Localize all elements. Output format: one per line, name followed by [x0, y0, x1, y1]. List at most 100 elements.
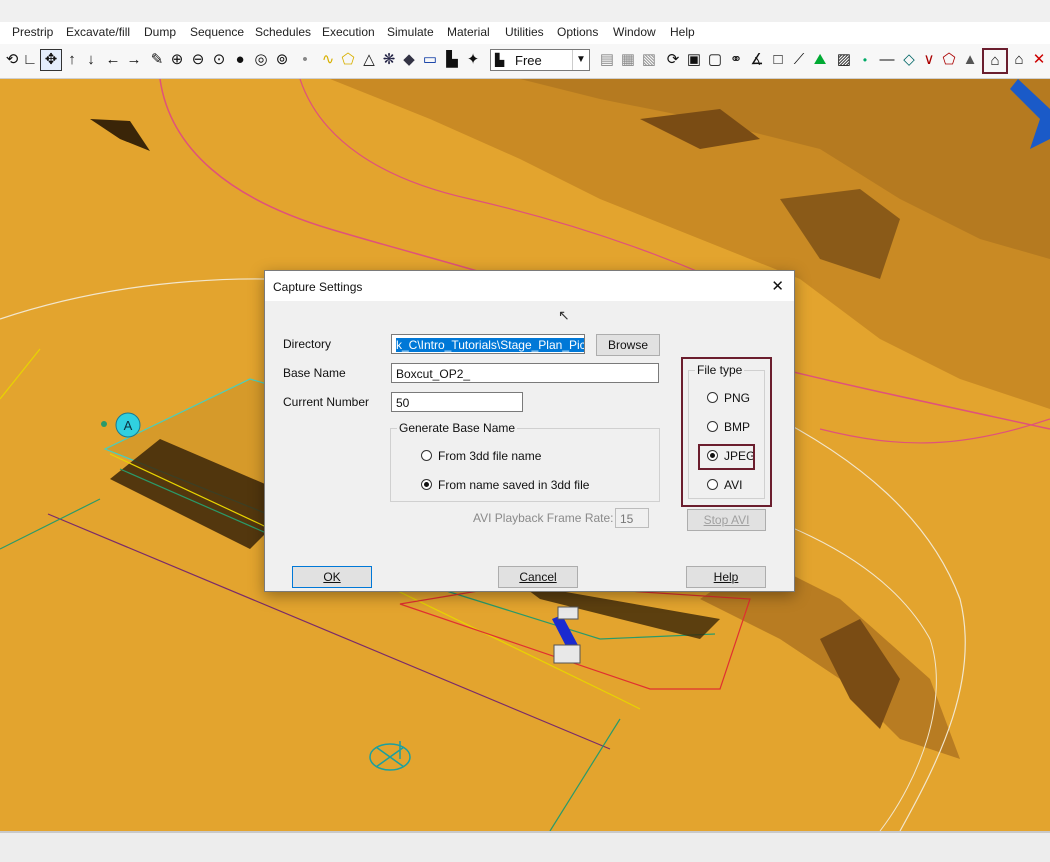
radio-label: From 3dd file name: [438, 449, 542, 463]
view-mode-select[interactable]: ▙ Free ▼: [490, 49, 590, 71]
zoom-window-icon[interactable]: ⊙: [210, 50, 228, 70]
dialog-title: Capture Settings: [273, 280, 363, 294]
menu-dump[interactable]: Dump: [144, 25, 176, 39]
pentagon-icon[interactable]: ⬠: [940, 50, 958, 70]
radio-bmp[interactable]: BMP: [707, 420, 750, 434]
arrow-down-icon[interactable]: ↓: [84, 50, 98, 70]
menu-schedules[interactable]: Schedules: [255, 25, 311, 39]
capture-image-icon[interactable]: ⌂: [982, 48, 1008, 74]
square-icon[interactable]: □: [769, 50, 787, 70]
link-icon[interactable]: ⚭: [727, 50, 745, 70]
capture-icon[interactable]: ▨: [835, 50, 853, 70]
dot-icon[interactable]: •: [300, 50, 310, 70]
menu-simulate[interactable]: Simulate: [387, 25, 434, 39]
close-icon[interactable]: ✕: [771, 277, 784, 295]
rotate-icon[interactable]: ⟲: [4, 50, 20, 70]
radio-indicator: [421, 479, 432, 490]
view-mode-value: Free: [515, 53, 542, 68]
directory-field[interactable]: k_C\Intro_Tutorials\Stage_Plan_Pics\: [391, 334, 585, 354]
diamond-shape-icon[interactable]: ◇: [900, 50, 918, 70]
help-button[interactable]: Help: [686, 566, 766, 588]
layers-icon[interactable]: ▧: [640, 50, 658, 70]
zoom-extents-icon[interactable]: ⊚: [273, 50, 291, 70]
polyline-icon[interactable]: ∿: [318, 50, 338, 70]
radio-avi[interactable]: AVI: [707, 478, 742, 492]
menu-utilities[interactable]: Utilities: [505, 25, 544, 39]
cancel-button[interactable]: Cancel: [498, 566, 578, 588]
radio-indicator: [707, 421, 718, 432]
generate-base-name-caption: Generate Base Name: [397, 421, 518, 435]
status-bar: [0, 831, 1050, 862]
angle-icon[interactable]: ∡: [748, 50, 766, 70]
stop-avi-button[interactable]: Stop AVI: [687, 509, 766, 531]
pan-icon[interactable]: ✥: [40, 49, 62, 71]
stop-avi-label: Stop AVI: [703, 513, 750, 527]
triangle-icon[interactable]: △: [361, 50, 377, 70]
target-icon[interactable]: ◎: [252, 50, 270, 70]
polygon-icon[interactable]: ⬠: [340, 50, 356, 70]
radio-label: PNG: [724, 391, 751, 405]
axes-icon[interactable]: ∟: [22, 50, 38, 70]
menu-material[interactable]: Material: [447, 25, 490, 39]
print-icon[interactable]: ▦: [619, 50, 637, 70]
menu-bar: Prestrip Excavate/fill Dump Sequence Sch…: [0, 22, 1050, 44]
pencil-icon[interactable]: ✎: [150, 50, 164, 70]
arrow-up-icon[interactable]: ↑: [65, 50, 79, 70]
browse-button[interactable]: Browse: [596, 334, 660, 356]
menu-prestrip[interactable]: Prestrip: [12, 25, 53, 39]
sphere-icon[interactable]: ●: [231, 50, 249, 70]
ok-label: OK: [323, 570, 341, 584]
house-icon[interactable]: ⌂: [1010, 50, 1028, 70]
mountain-icon[interactable]: ▲: [961, 50, 979, 70]
zoom-out-icon[interactable]: ⊖: [189, 50, 207, 70]
check-icon[interactable]: ∨: [920, 50, 938, 70]
menu-sequence[interactable]: Sequence: [190, 25, 244, 39]
radio-from-name-saved[interactable]: From name saved in 3dd file: [421, 478, 589, 492]
frame-rate-label: AVI Playback Frame Rate:: [473, 511, 614, 525]
menu-excavate-fill[interactable]: Excavate/fill: [66, 25, 130, 39]
radio-indicator: [707, 479, 718, 490]
rectangle-icon[interactable]: ▭: [421, 50, 439, 70]
arrow-right-icon[interactable]: →: [126, 50, 142, 70]
snowflake-icon[interactable]: ❋: [381, 50, 397, 70]
base-name-label: Base Name: [283, 366, 346, 380]
chart-icon[interactable]: ⛰: [811, 50, 829, 70]
menu-options[interactable]: Options: [557, 25, 598, 39]
menu-help[interactable]: Help: [670, 25, 695, 39]
radio-png[interactable]: PNG: [707, 391, 750, 405]
save-icon[interactable]: ▤: [598, 50, 616, 70]
diamond-icon[interactable]: ◆: [401, 50, 417, 70]
file-type-caption: File type: [695, 363, 745, 377]
radio-label: AVI: [724, 478, 743, 492]
zoom-in-icon[interactable]: ⊕: [168, 50, 186, 70]
help-label: Help: [713, 570, 739, 584]
menu-execution[interactable]: Execution: [322, 25, 375, 39]
radio-label: BMP: [724, 420, 751, 434]
radio-label: From name saved in 3dd file: [438, 478, 590, 492]
directory-value: k_C\Intro_Tutorials\Stage_Plan_Pics\: [396, 338, 584, 352]
refresh-icon[interactable]: ⟳: [664, 50, 682, 70]
frame-rate-field[interactable]: 15: [615, 508, 649, 528]
line-icon[interactable]: —: [876, 50, 898, 70]
close-icon[interactable]: ✕: [1030, 50, 1048, 70]
directory-label: Directory: [283, 337, 332, 351]
toolbar: ⟲ ∟ ✥ ↑ ↓ ← → ✎ ⊕ ⊖ ⊙ ● ◎ ⊚ • ∿ ⬠ △ ❋ ◆ …: [0, 44, 1050, 79]
compass-icon[interactable]: ✦: [464, 50, 482, 70]
box-icon[interactable]: ▣: [685, 50, 703, 70]
arrow-left-icon[interactable]: ←: [105, 50, 121, 70]
current-number-label: Current Number: [283, 395, 370, 409]
view-mode-icon: ▙: [495, 53, 505, 67]
point-icon[interactable]: •: [858, 50, 872, 70]
brush-icon[interactable]: ⟋: [790, 50, 808, 70]
dialog-title-bar: Capture Settings ✕: [265, 271, 794, 301]
graph-icon[interactable]: ▙: [443, 50, 461, 70]
chevron-down-icon[interactable]: ▼: [572, 50, 589, 70]
generate-base-name-group: Generate Base Name From 3dd file name Fr…: [390, 421, 660, 502]
frame-icon[interactable]: ▢: [706, 50, 724, 70]
base-name-field[interactable]: Boxcut_OP2_: [391, 363, 659, 383]
radio-from-3dd-file-name[interactable]: From 3dd file name: [421, 449, 541, 463]
ok-button[interactable]: OK: [292, 566, 372, 588]
radio-indicator: [421, 450, 432, 461]
menu-window[interactable]: Window: [613, 25, 656, 39]
current-number-field[interactable]: 50: [391, 392, 523, 412]
